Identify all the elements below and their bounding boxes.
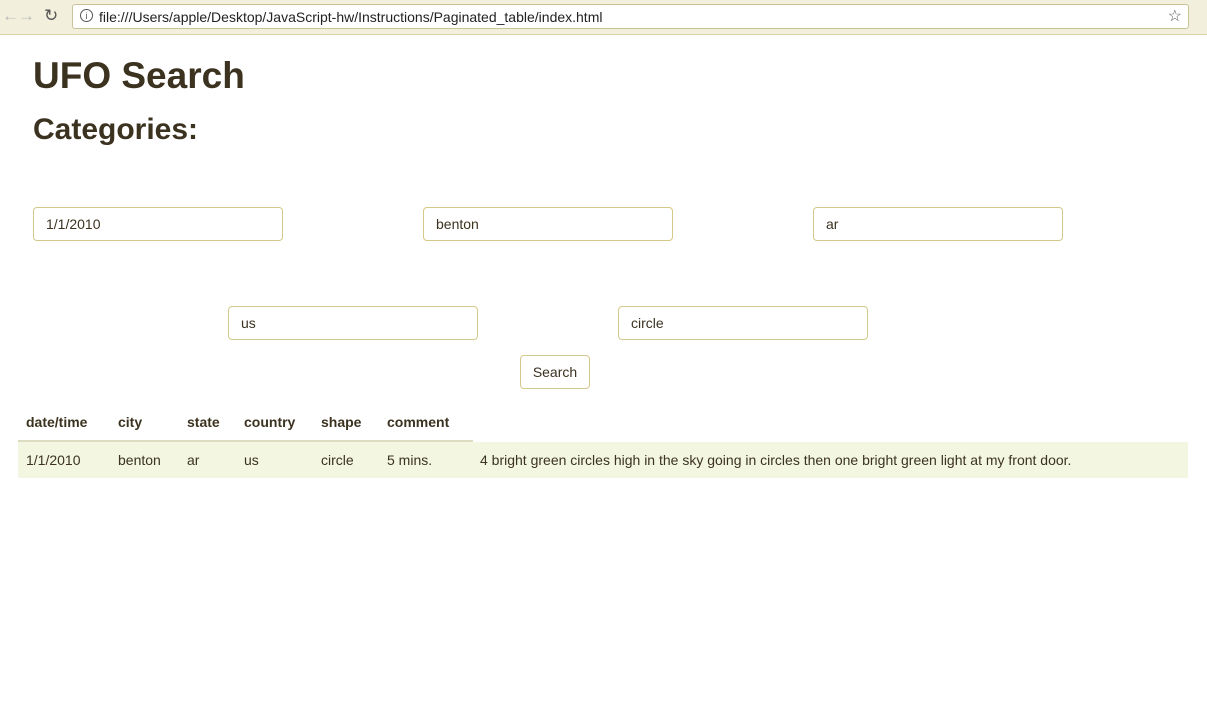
header-shape: shape [321,414,362,430]
reload-icon[interactable]: ↻ [44,6,58,26]
table-header: date/time city state country shape comme… [18,405,473,442]
url-text: file:///Users/apple/Desktop/JavaScript-h… [99,9,603,25]
back-icon[interactable]: ← [2,6,19,26]
country-input[interactable] [228,306,478,340]
cell-state: ar [187,452,200,468]
cell-shape: circle [321,452,354,468]
cell-city: benton [118,452,161,468]
date-input[interactable] [33,207,283,241]
shape-input[interactable] [618,306,868,340]
cell-datetime: 1/1/2010 [26,452,81,468]
browser-toolbar: ← → ↻ i file:///Users/apple/Desktop/Java… [0,0,1207,35]
header-country: country [244,414,296,430]
header-datetime: date/time [26,414,88,430]
bookmark-star-icon[interactable]: ☆ [1168,6,1182,26]
header-comment: comment [387,414,450,430]
header-city: city [118,414,143,430]
cell-country: us [244,452,259,468]
address-bar[interactable]: i file:///Users/apple/Desktop/JavaScript… [72,4,1189,29]
cell-duration: 5 mins. [387,452,433,468]
page-title: UFO Search [33,55,245,96]
info-icon[interactable]: i [80,9,93,22]
state-input[interactable] [813,207,1063,241]
forward-icon[interactable]: → [18,6,35,26]
cell-comment: 4 bright green circles high in the sky g… [480,452,1072,468]
header-state: state [187,414,220,430]
search-button[interactable]: Search [520,355,590,389]
table-row: 1/1/2010 benton ar us circle 5 mins. 4 b… [18,442,1188,478]
categories-heading: Categories: [33,113,199,146]
city-input[interactable] [423,207,673,241]
